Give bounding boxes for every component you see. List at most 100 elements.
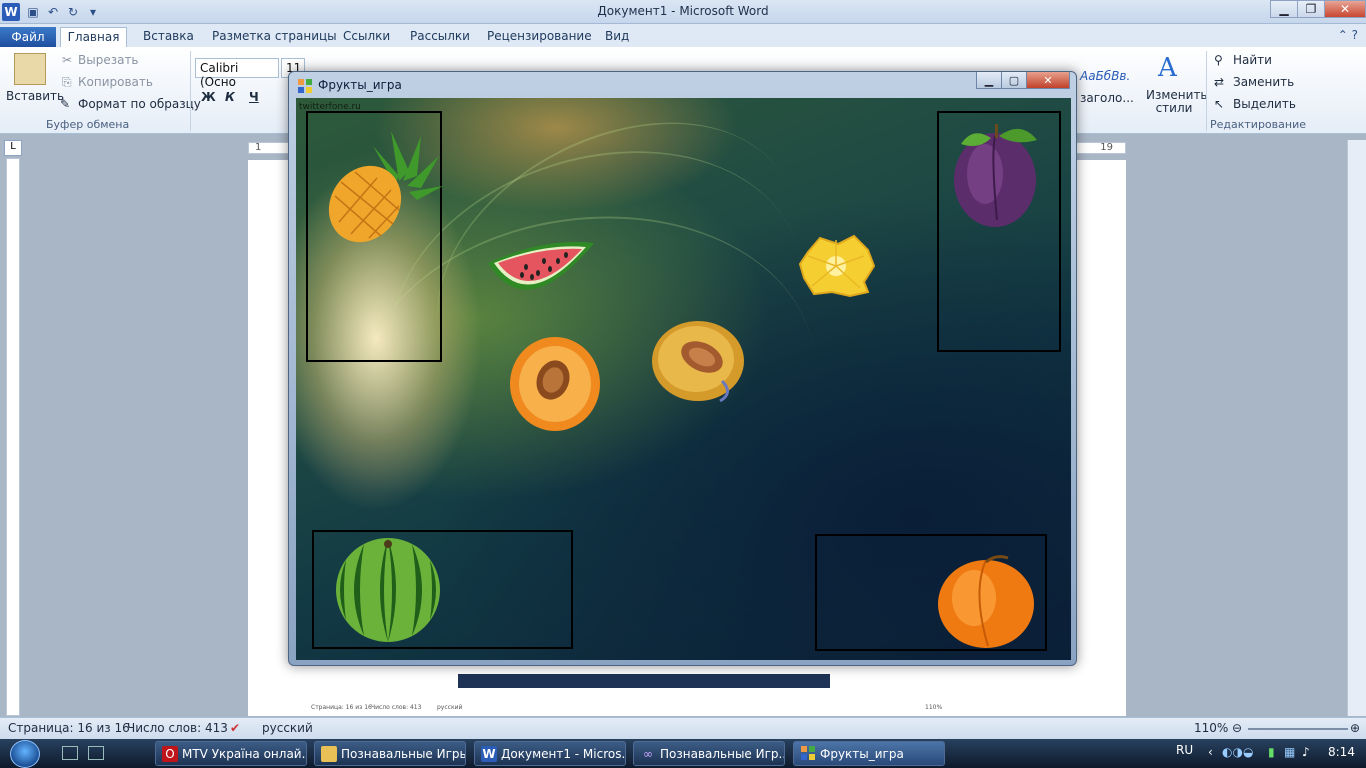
font-name-field[interactable]: Calibri (Осно — [195, 58, 279, 89]
taskbar-label: Документ1 - Micros... — [501, 747, 626, 761]
language-indicator[interactable]: RU — [1176, 743, 1193, 757]
tab-file[interactable]: Файл — [0, 27, 56, 47]
bold-button[interactable]: Ж — [201, 90, 216, 104]
cut-button[interactable]: Вырезать — [78, 53, 139, 67]
tray-battery-icon[interactable]: ▮ — [1268, 745, 1275, 759]
plum-icon[interactable] — [951, 120, 1043, 232]
editing-group-label: Редактирование — [1210, 118, 1306, 131]
pineapple-icon[interactable] — [321, 126, 451, 248]
clock[interactable]: 8:14 — [1328, 745, 1355, 759]
vertical-ruler[interactable] — [6, 158, 20, 716]
pineapple-slice-icon[interactable] — [798, 234, 876, 298]
start-button[interactable] — [10, 740, 40, 768]
embedded-zoom: 110% — [925, 704, 943, 711]
format-painter-icon[interactable]: ✎ — [60, 97, 70, 111]
ribbon-tabs: Файл Главная Вставка Разметка страницы С… — [0, 24, 1366, 47]
taskbar-label: Фрукты_игра — [820, 747, 904, 761]
close-button[interactable]: ✕ — [1324, 0, 1366, 18]
help-icon[interactable]: ⌃ ? — [1338, 28, 1358, 42]
peach-icon[interactable] — [936, 552, 1036, 650]
word-window-controls: ▁ ❐ ✕ — [1270, 0, 1366, 18]
status-language[interactable]: русский — [262, 721, 313, 735]
tray-volume-icon[interactable]: ♪ — [1302, 745, 1310, 759]
taskbar-label: Познавальные Игры — [341, 747, 466, 761]
window-title: Документ1 - Microsoft Word — [597, 4, 769, 18]
taskbar-item-word[interactable]: W Документ1 - Micros... — [474, 741, 626, 766]
cut-icon[interactable]: ✂ — [62, 53, 72, 67]
restore-button[interactable]: ❐ — [1297, 0, 1325, 18]
taskbar-item-fruit-game[interactable]: Фрукты_игра — [793, 741, 945, 766]
tab-insert[interactable]: Вставка — [143, 27, 194, 47]
word-icon: W — [481, 746, 497, 762]
embedded-screenshot: Страница: 16 из 16 Число слов: 413 русск… — [311, 660, 942, 712]
taskbar-item-visual-studio[interactable]: ∞ Познавальные Игр... — [633, 741, 785, 766]
tab-page-layout[interactable]: Разметка страницы — [212, 27, 337, 47]
zoom-out-icon[interactable]: ⊖ — [1232, 721, 1242, 735]
taskbar-item-folder[interactable]: Познавальные Игры — [314, 741, 466, 766]
show-desktop-icon[interactable] — [62, 746, 78, 760]
copy-button[interactable]: Копировать — [78, 75, 153, 89]
ruler-end-label: 19 — [1100, 142, 1113, 153]
ribbon-separator — [190, 51, 191, 131]
underline-button[interactable]: Ч — [249, 90, 259, 104]
tray-network-status-icon[interactable]: ▦ — [1284, 745, 1295, 759]
peach-half-icon[interactable] — [507, 334, 603, 434]
italic-button[interactable]: К — [225, 90, 235, 104]
zoom-in-icon[interactable]: ⊕ — [1350, 721, 1360, 735]
tab-view[interactable]: Вид — [605, 27, 629, 47]
status-bar: Страница: 16 из 16 Число слов: 413 ✔ рус… — [0, 717, 1366, 739]
app-icon — [800, 746, 816, 762]
copy-icon[interactable]: ⎘ — [62, 75, 72, 90]
tab-references[interactable]: Ссылки — [343, 27, 390, 47]
word-titlebar: W ▣ ↶ ↻ ▾ Документ1 - Microsoft Word ▁ ❐… — [0, 0, 1366, 24]
fruit-game-window: Фрукты_игра ▁ ▢ ✕ twitterfone.ru — [288, 71, 1077, 666]
app-close-button[interactable]: ✕ — [1026, 72, 1070, 89]
change-styles-button[interactable]: Изменить стили — [1146, 89, 1208, 115]
style-heading-hint[interactable]: заголо... — [1080, 91, 1134, 105]
style-sample[interactable]: АаБбВв. — [1080, 69, 1130, 83]
watermelon-slice-icon[interactable] — [486, 233, 598, 309]
tab-mailings[interactable]: Рассылки — [410, 27, 470, 47]
vertical-scrollbar[interactable] — [1347, 140, 1366, 716]
fruit-game-title: Фрукты_игра — [318, 78, 402, 92]
change-styles-icon[interactable]: A — [1158, 53, 1177, 83]
select-button[interactable]: Выделить — [1233, 97, 1296, 111]
status-page[interactable]: Страница: 16 из 16 — [8, 721, 130, 735]
taskbar-item-opera[interactable]: O MTV Україна онлай... — [155, 741, 307, 766]
find-button[interactable]: Найти — [1233, 53, 1272, 67]
app-icon — [298, 79, 312, 93]
find-icon[interactable]: ⚲ — [1214, 53, 1223, 67]
proofing-icon[interactable]: ✔ — [230, 721, 240, 735]
replace-button[interactable]: Заменить — [1233, 75, 1294, 89]
fruit-game-window-controls: ▁ ▢ ✕ — [976, 72, 1070, 89]
embedded-statusbar: Страница: 16 из 16 Число слов: 413 русск… — [311, 704, 942, 712]
tab-home[interactable]: Главная — [60, 27, 127, 47]
tab-review[interactable]: Рецензирование — [487, 27, 592, 47]
taskbar-label: Познавальные Игр... — [660, 747, 785, 761]
tray-network-icon[interactable]: ◐◑◒ — [1222, 745, 1253, 759]
apricot-half-icon[interactable] — [650, 317, 746, 403]
select-icon[interactable]: ↖ — [1214, 97, 1224, 111]
paste-button[interactable]: Вставить — [6, 89, 64, 103]
tray-expand-icon[interactable]: ‹ — [1208, 745, 1213, 759]
ruler-tab-selector[interactable]: L — [4, 140, 22, 156]
minimize-button[interactable]: ▁ — [1270, 0, 1298, 18]
app-minimize-button[interactable]: ▁ — [976, 72, 1002, 89]
app-maximize-button[interactable]: ▢ — [1001, 72, 1027, 89]
status-zoom[interactable]: 110% — [1194, 721, 1228, 735]
status-words[interactable]: Число слов: 413 — [127, 721, 228, 735]
paste-icon[interactable] — [14, 53, 46, 85]
opera-icon: O — [162, 746, 178, 762]
ribbon-separator — [1206, 51, 1207, 131]
embedded-page: Страница: 16 из 16 — [311, 704, 372, 711]
switch-windows-icon[interactable] — [88, 746, 104, 760]
folder-icon — [321, 746, 337, 762]
watermelon-icon[interactable] — [334, 536, 442, 644]
taskbar: O MTV Україна онлай... Познавальные Игры… — [0, 739, 1366, 768]
format-painter-button[interactable]: Формат по образцу — [78, 97, 201, 111]
fruit-game-titlebar[interactable]: Фрукты_игра ▁ ▢ ✕ — [289, 72, 1076, 98]
replace-icon[interactable]: ⇄ — [1214, 75, 1224, 89]
game-area[interactable]: twitterfone.ru — [296, 98, 1071, 660]
embedded-taskbar — [458, 674, 830, 688]
zoom-slider[interactable] — [1248, 728, 1348, 730]
